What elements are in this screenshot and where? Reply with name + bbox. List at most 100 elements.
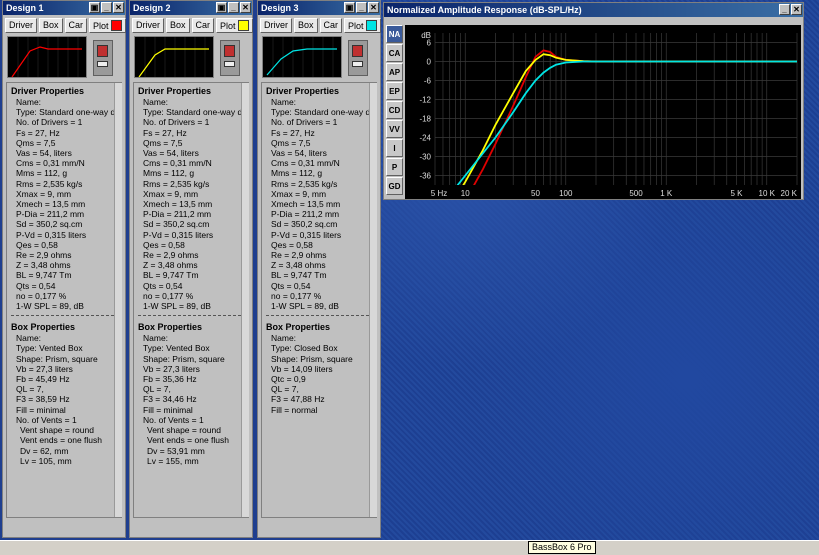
mini-response-curve xyxy=(266,48,337,76)
box-property: Vent shape = round xyxy=(20,425,94,436)
driver-property: Z = 3,48 ohms xyxy=(16,260,71,271)
close-button[interactable]: ✕ xyxy=(791,4,802,15)
driver-property: Sd = 350,2 sq.cm xyxy=(271,219,338,230)
view-button-ap[interactable]: AP xyxy=(386,63,403,81)
plot-color-swatch[interactable] xyxy=(110,20,122,31)
driver-property: Mms = 112, g xyxy=(143,168,195,179)
design-window-1[interactable]: Design 1 ▣ _ ✕ Driver Box Car Plot Driver … xyxy=(2,0,126,538)
box-property: Type: Vented Box xyxy=(16,343,83,354)
box-property: Dv = 53,91 mm xyxy=(147,445,205,456)
scrollbar[interactable] xyxy=(114,83,122,517)
y-tick-label: -12 xyxy=(419,96,431,105)
car-button[interactable]: Car xyxy=(191,18,215,33)
box-property: Vent ends = one flush xyxy=(147,435,229,446)
view-button-na[interactable]: NA xyxy=(386,25,403,43)
view-button-ca[interactable]: CA xyxy=(386,44,403,62)
save-icon[interactable]: ▣ xyxy=(216,2,227,13)
minimize-button[interactable]: _ xyxy=(228,2,239,13)
properties-panel[interactable]: Driver Properties Name: Type: Standard on… xyxy=(6,82,122,518)
minimize-button[interactable]: _ xyxy=(779,4,790,15)
view-button-i[interactable]: I xyxy=(386,139,403,157)
x-tick-label: 5 K xyxy=(730,189,743,198)
scrollbar[interactable] xyxy=(241,83,249,517)
plot-button[interactable]: Plot xyxy=(89,18,126,33)
driver-property: Name: xyxy=(16,97,42,107)
view-button-p[interactable]: P xyxy=(386,158,403,176)
driver-property: Qes = 0,58 xyxy=(271,239,313,250)
mini-response-curve xyxy=(11,46,82,77)
x-tick-label: 1 K xyxy=(660,189,673,198)
design-titlebar[interactable]: Design 3 ▣ _ ✕ xyxy=(258,1,380,15)
box-property: Vb = 14,09 liters xyxy=(271,363,333,374)
y-tick-label: -36 xyxy=(419,172,431,181)
y-tick-label: -6 xyxy=(424,77,432,86)
box-button[interactable]: Box xyxy=(39,18,63,33)
y-tick-label: -18 xyxy=(419,115,431,124)
box-property: QL = 7, xyxy=(16,384,44,395)
x-tick-label: 5 Hz xyxy=(431,189,447,198)
x-tick-label: 20 K xyxy=(781,189,798,198)
x-tick-label: 50 xyxy=(531,189,540,198)
driver-property: Qts = 0,54 xyxy=(16,280,56,291)
minimize-button[interactable]: _ xyxy=(356,2,367,13)
view-button-gd[interactable]: GD xyxy=(386,177,403,195)
amp-title: Normalized Amplitude Response (dB-SPL/Hz… xyxy=(387,5,582,15)
plot-color-swatch[interactable] xyxy=(365,20,377,31)
design-title: Design 1 xyxy=(6,3,44,13)
save-icon[interactable]: ▣ xyxy=(344,2,355,13)
view-button-cd[interactable]: CD xyxy=(386,101,403,119)
driver-property: Re = 2,9 ohms xyxy=(271,250,327,261)
driver-property: Qts = 0,54 xyxy=(143,280,183,291)
save-icon[interactable]: ▣ xyxy=(89,2,100,13)
design-window-3[interactable]: Design 3 ▣ _ ✕ Driver Box Car Plot Driver … xyxy=(257,0,381,538)
scrollbar[interactable] xyxy=(369,83,377,517)
box-property: Shape: Prism, square xyxy=(271,353,353,364)
plot-button[interactable]: Plot xyxy=(344,18,381,33)
plot-button[interactable]: Plot xyxy=(216,18,253,33)
box-property: QL = 7, xyxy=(143,384,171,395)
box-button[interactable]: Box xyxy=(294,18,318,33)
plot-background xyxy=(405,25,801,199)
view-button-ep[interactable]: EP xyxy=(386,82,403,100)
driver-property: No. of Drivers = 1 xyxy=(143,117,210,128)
driver-property: Xmax = 9, mm xyxy=(143,188,199,199)
driver-property: Re = 2,9 ohms xyxy=(16,250,72,261)
minimize-button[interactable]: _ xyxy=(101,2,112,13)
car-button[interactable]: Car xyxy=(64,18,88,33)
box-properties-heading: Box Properties xyxy=(138,322,203,333)
box-property: Type: Vented Box xyxy=(143,343,210,354)
view-button-vv[interactable]: VV xyxy=(386,120,403,138)
box-property: Fill = minimal xyxy=(16,404,66,415)
driver-property: Sd = 350,2 sq.cm xyxy=(143,219,210,230)
box-property: Fb = 45,49 Hz xyxy=(16,374,70,385)
box-property: QL = 7, xyxy=(271,384,299,395)
close-button[interactable]: ✕ xyxy=(368,2,379,13)
driver-button[interactable]: Driver xyxy=(132,18,164,33)
driver-property: P-Dia = 211,2 mm xyxy=(16,209,85,220)
driver-property: 1-W SPL = 89, dB xyxy=(143,301,211,312)
design-window-2[interactable]: Design 2 ▣ _ ✕ Driver Box Car Plot Driver … xyxy=(129,0,253,538)
driver-property: Vas = 54, liters xyxy=(271,148,327,159)
amp-titlebar[interactable]: Normalized Amplitude Response (dB-SPL/Hz… xyxy=(384,3,803,17)
car-button[interactable]: Car xyxy=(319,18,343,33)
driver-property: Rms = 2,535 kg/s xyxy=(16,178,83,189)
driver-button[interactable]: Driver xyxy=(260,18,292,33)
properties-panel[interactable]: Driver Properties Name: Type: Standard on… xyxy=(133,82,249,518)
box-property: F3 = 34,46 Hz xyxy=(143,394,197,405)
plot-color-swatch[interactable] xyxy=(237,20,249,31)
properties-panel[interactable]: Driver Properties Name: Type: Standard on… xyxy=(261,82,377,518)
y-unit-label: dB xyxy=(421,31,431,40)
close-button[interactable]: ✕ xyxy=(240,2,251,13)
close-button[interactable]: ✕ xyxy=(113,2,124,13)
driver-property: Vas = 54, liters xyxy=(16,148,72,159)
y-tick-label: -24 xyxy=(419,134,431,143)
driver-property: BL = 9,747 Tm xyxy=(271,270,327,281)
box-button[interactable]: Box xyxy=(166,18,190,33)
design-titlebar[interactable]: Design 1 ▣ _ ✕ xyxy=(3,1,125,15)
driver-property: Z = 3,48 ohms xyxy=(271,260,326,271)
amplitude-response-window[interactable]: Normalized Amplitude Response (dB-SPL/Hz… xyxy=(383,2,804,200)
design-titlebar[interactable]: Design 2 ▣ _ ✕ xyxy=(130,1,252,15)
driver-button[interactable]: Driver xyxy=(5,18,37,33)
driver-property: Xmech = 13,5 mm xyxy=(271,199,341,210)
driver-property: Xmech = 13,5 mm xyxy=(16,199,86,210)
